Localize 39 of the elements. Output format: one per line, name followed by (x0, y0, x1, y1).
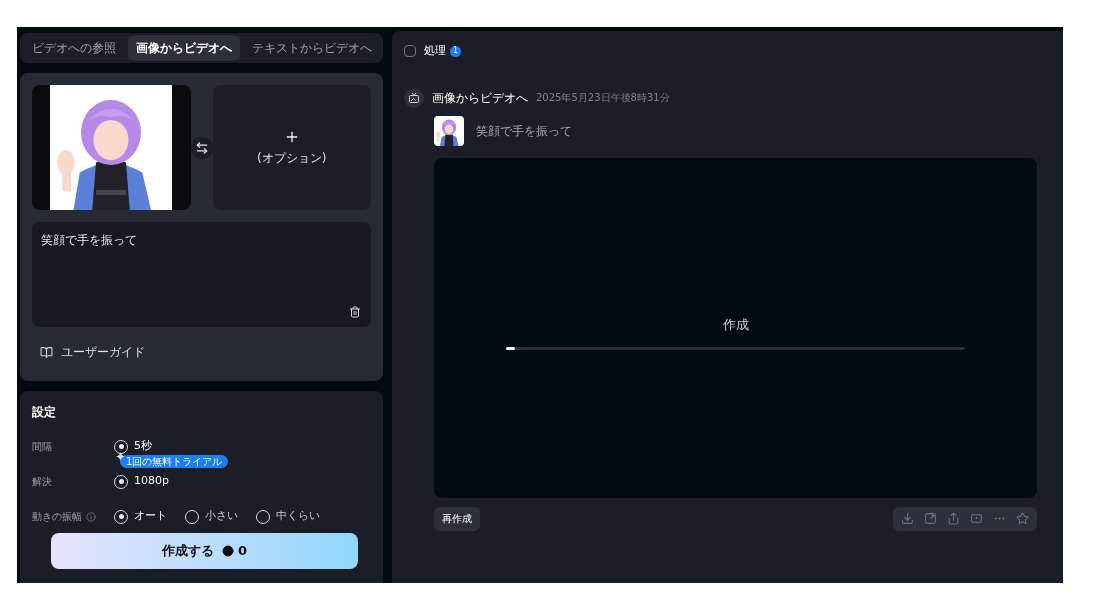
settings-title: 設定 (32, 404, 57, 421)
task-prompt: 笑顔で手を振って (476, 122, 572, 140)
info-icon (86, 511, 96, 522)
setting-label: 間隔 (32, 440, 52, 454)
book-icon (40, 345, 53, 359)
regenerate-button[interactable]: 再作成 (434, 506, 480, 531)
option-label: 1080p (134, 473, 169, 490)
sparkle-icon (116, 452, 125, 461)
tab[interactable]: ビデオへの参照 (24, 35, 124, 61)
expand-icon (924, 512, 937, 525)
download-icon (901, 512, 914, 525)
swap-button[interactable] (190, 136, 213, 159)
swap-icon (194, 140, 209, 155)
option-label: 5秒 (134, 438, 152, 455)
task-time: 2025年5月23日午後8時31分 (536, 91, 670, 105)
option-label: 中くらい (276, 508, 320, 525)
user-guide-link[interactable]: ユーザーガイド (32, 339, 371, 365)
prompt-field[interactable]: 笑顔で手を振って (32, 222, 371, 327)
status-text: 作成 (722, 316, 749, 335)
image-slot[interactable] (32, 85, 191, 210)
optional-image-slot[interactable]: (オプション) (212, 85, 371, 210)
trial-badge: 1回の無料トライアル (120, 455, 229, 468)
setting-label: 解決 (32, 475, 52, 489)
share-icon (947, 512, 960, 525)
image-video-icon (404, 87, 424, 108)
tab[interactable]: 画像からビデオへ (128, 35, 240, 61)
option-label: 小さい (205, 508, 238, 525)
tab[interactable]: テキストからビデオへ (244, 35, 380, 61)
delete-icon (349, 306, 361, 318)
processing-label: 処理 (424, 43, 446, 59)
checkbox[interactable] (404, 45, 416, 58)
task-type: 画像からビデオへ (432, 89, 528, 107)
count-badge: 1 (450, 45, 461, 57)
screen-icon (970, 512, 983, 525)
setting-label: 動きの振幅 (32, 510, 82, 524)
star-icon (1016, 512, 1029, 525)
create-button[interactable]: 作成する 0 (51, 533, 358, 569)
credit-icon (221, 545, 234, 557)
option-label: オート (134, 508, 167, 525)
